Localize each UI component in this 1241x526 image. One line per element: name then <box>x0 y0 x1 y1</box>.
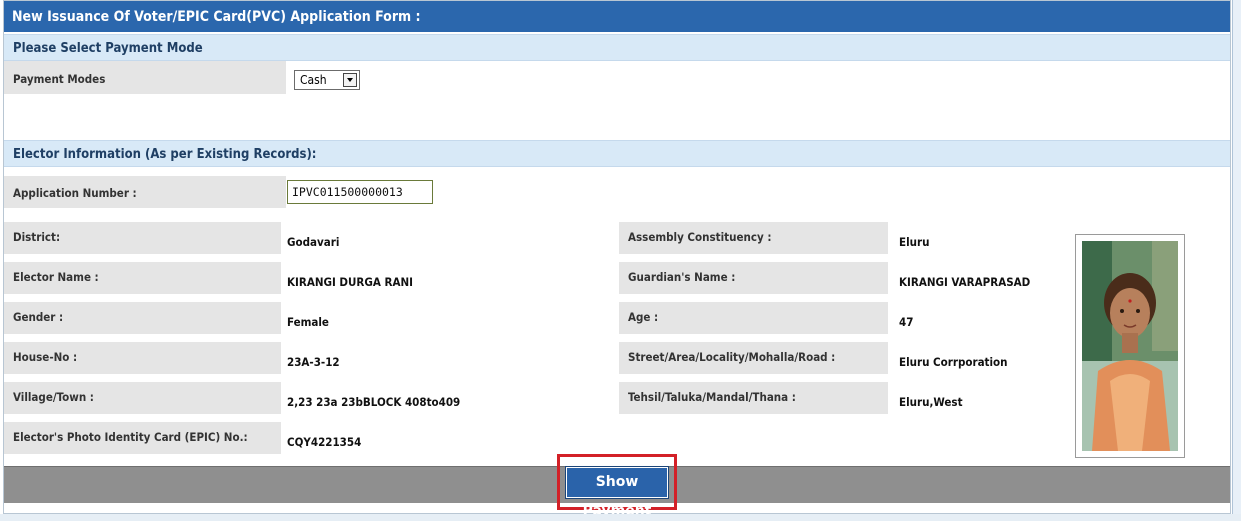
payment-section-header: Please Select Payment Mode <box>4 34 1230 61</box>
payment-mode-cell: Cash <box>287 61 1230 95</box>
assembly-constituency-value: Eluru <box>893 222 1073 255</box>
guardian-name-label: Guardian's Name : <box>619 262 889 295</box>
show-payment-button[interactable]: Show Payment <box>565 466 669 519</box>
payment-mode-select[interactable]: Cash <box>294 70 360 90</box>
gender-value: Female <box>281 302 619 335</box>
gender-label: Gender : <box>4 302 287 335</box>
epic-value: CQY4221354 <box>281 422 619 455</box>
house-no-value: 23A-3-12 <box>281 342 619 375</box>
gender-row: Gender : Female Age : 47 <box>4 302 1230 335</box>
village-row: Village/Town : 2,23 23a 23bBLOCK 408to40… <box>4 382 1230 415</box>
page-bottom-strip <box>0 514 1241 521</box>
village-value: 2,23 23a 23bBLOCK 408to409 <box>281 382 619 415</box>
guardian-name-value: KIRANGI VARAPRASAD <box>893 262 1073 295</box>
elector-name-value: KIRANGI DURGA RANI <box>281 262 619 295</box>
payment-mode-value: Cash <box>300 73 327 87</box>
assembly-constituency-label: Assembly Constituency : <box>619 222 889 255</box>
application-number-input[interactable] <box>287 180 433 204</box>
street-value: Eluru Corrporation <box>893 342 1073 375</box>
elector-name-label: Elector Name : <box>4 262 287 295</box>
tehsil-value: Eluru,West <box>893 382 1073 415</box>
elector-photo <box>1075 234 1185 458</box>
scrollbar[interactable] <box>1232 0 1241 521</box>
payment-mode-row: Payment Modes Cash <box>4 61 1230 95</box>
application-number-label: Application Number : <box>4 176 287 209</box>
application-form: New Issuance Of Voter/EPIC Card(PVC) App… <box>3 0 1231 514</box>
chevron-down-icon[interactable] <box>343 73 357 87</box>
application-number-cell <box>287 176 1230 209</box>
epic-label: Elector's Photo Identity Card (EPIC) No.… <box>4 422 287 455</box>
house-no-label: House-No : <box>4 342 287 375</box>
district-label: District: <box>4 222 287 255</box>
house-row: House-No : 23A-3-12 Street/Area/Locality… <box>4 342 1230 375</box>
elector-section-header: Elector Information (As per Existing Rec… <box>4 140 1230 167</box>
form-title: New Issuance Of Voter/EPIC Card(PVC) App… <box>4 1 1230 34</box>
age-value: 47 <box>893 302 1073 335</box>
payment-mode-label: Payment Modes <box>4 61 287 95</box>
village-label: Village/Town : <box>4 382 287 415</box>
epic-row: Elector's Photo Identity Card (EPIC) No.… <box>4 422 1230 455</box>
tehsil-label: Tehsil/Taluka/Mandal/Thana : <box>619 382 889 415</box>
age-label: Age : <box>619 302 889 335</box>
photo-image <box>1082 241 1178 451</box>
elector-name-row: Elector Name : KIRANGI DURGA RANI Guardi… <box>4 262 1230 295</box>
application-number-row: Application Number : <box>4 176 1230 209</box>
district-value: Godavari <box>281 222 619 255</box>
district-row: District: Godavari Assembly Constituency… <box>4 222 1230 255</box>
street-label: Street/Area/Locality/Mohalla/Road : <box>619 342 889 375</box>
